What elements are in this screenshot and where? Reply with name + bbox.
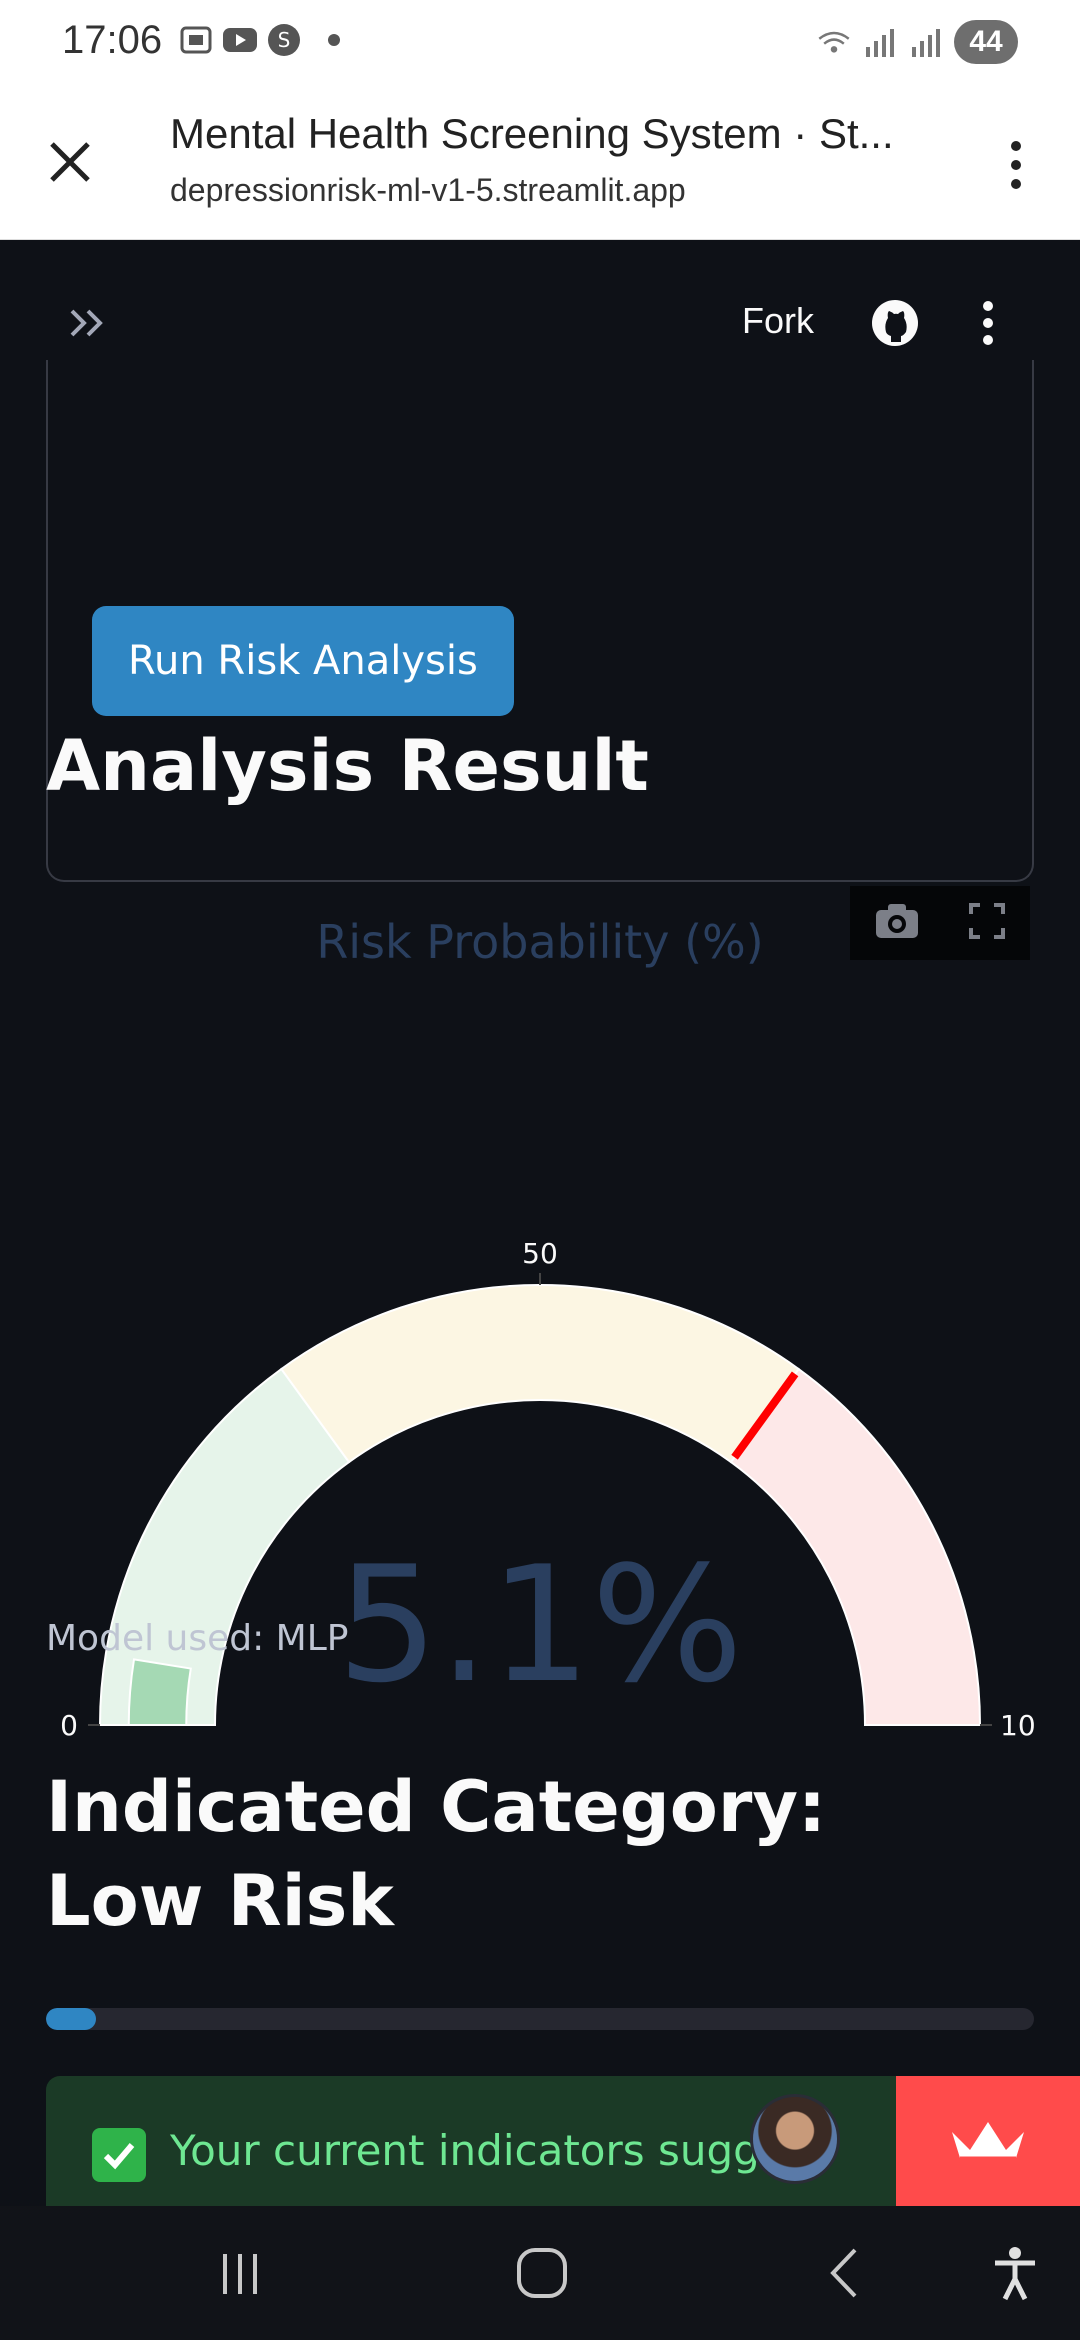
app-menu-icon[interactable] (966, 296, 1010, 350)
page-url[interactable]: depressionrisk-ml-v1-5.streamlit.app (170, 172, 930, 209)
svg-text:S: S (278, 28, 291, 52)
gauge-tick-label-min: 0 (60, 1709, 78, 1742)
status-time: 17:06 (62, 18, 163, 62)
gauge-value-label: 5.1% (337, 1531, 743, 1718)
gallery-icon (178, 22, 214, 58)
back-icon[interactable] (808, 2236, 882, 2310)
fork-button[interactable]: Fork (728, 296, 828, 346)
gauge-value-bar (127, 1658, 192, 1726)
battery-indicator: 44 (954, 20, 1018, 64)
browser-tab-bar: Mental Health Screening System · St... d… (0, 90, 1080, 240)
success-alert-text-head: Your current indicators suggest (170, 2126, 824, 2175)
youtube-icon (222, 22, 258, 58)
risk-progress-bar (46, 2008, 1034, 2030)
accessibility-icon[interactable] (978, 2236, 1052, 2310)
home-icon[interactable] (505, 2236, 579, 2310)
system-nav-bar (0, 2206, 1080, 2340)
gauge-tick-label-max: 10 (1000, 1709, 1034, 1742)
wifi-icon (816, 24, 852, 60)
page-title: Mental Health Screening System · St... (170, 110, 894, 157)
status-system-icons: 44 (816, 20, 1018, 64)
status-notification-icons: S (178, 22, 340, 58)
success-alert-text: Your current indicators suggestod (170, 2126, 996, 2175)
gauge-step-1 (279, 1284, 801, 1464)
gauge-svg: 0 50 10 5.1% (60, 1237, 1034, 1742)
close-icon[interactable] (38, 130, 102, 194)
signal-icon (908, 24, 944, 60)
camera-icon[interactable] (874, 902, 920, 945)
recent-apps-icon[interactable] (203, 2236, 277, 2310)
analysis-result-heading: Analysis Result (46, 725, 649, 807)
chevron-double-right-icon[interactable] (58, 298, 118, 348)
fullscreen-icon[interactable] (968, 902, 1006, 945)
check-mark-icon (92, 2128, 146, 2182)
risk-gauge-chart: 0 50 10 5.1% Risk Probability (%) (46, 860, 1034, 1820)
status-bar: 17:06 S 44 (0, 0, 1080, 90)
user-avatar[interactable] (750, 2094, 840, 2184)
app-content: Fork Run Risk Analysis Analysis Result 0… (0, 240, 1080, 2206)
run-risk-analysis-button[interactable]: Run Risk Analysis (92, 606, 514, 716)
risk-progress-fill (46, 2008, 97, 2030)
gauge-step-2 (729, 1367, 982, 1726)
shazam-icon: S (266, 22, 302, 58)
dot-icon (328, 34, 340, 46)
signal-icon (862, 24, 898, 60)
gauge-tick-label-mid: 50 (522, 1237, 558, 1270)
indicated-category-heading: Indicated Category: Low Risk (46, 1766, 827, 1942)
streamlit-crown-icon[interactable] (896, 2076, 1080, 2206)
model-used-caption: Model used: MLP (46, 1618, 349, 1659)
browser-menu-icon[interactable] (986, 130, 1046, 200)
plot-modebar (850, 886, 1030, 960)
github-icon[interactable] (868, 296, 922, 350)
